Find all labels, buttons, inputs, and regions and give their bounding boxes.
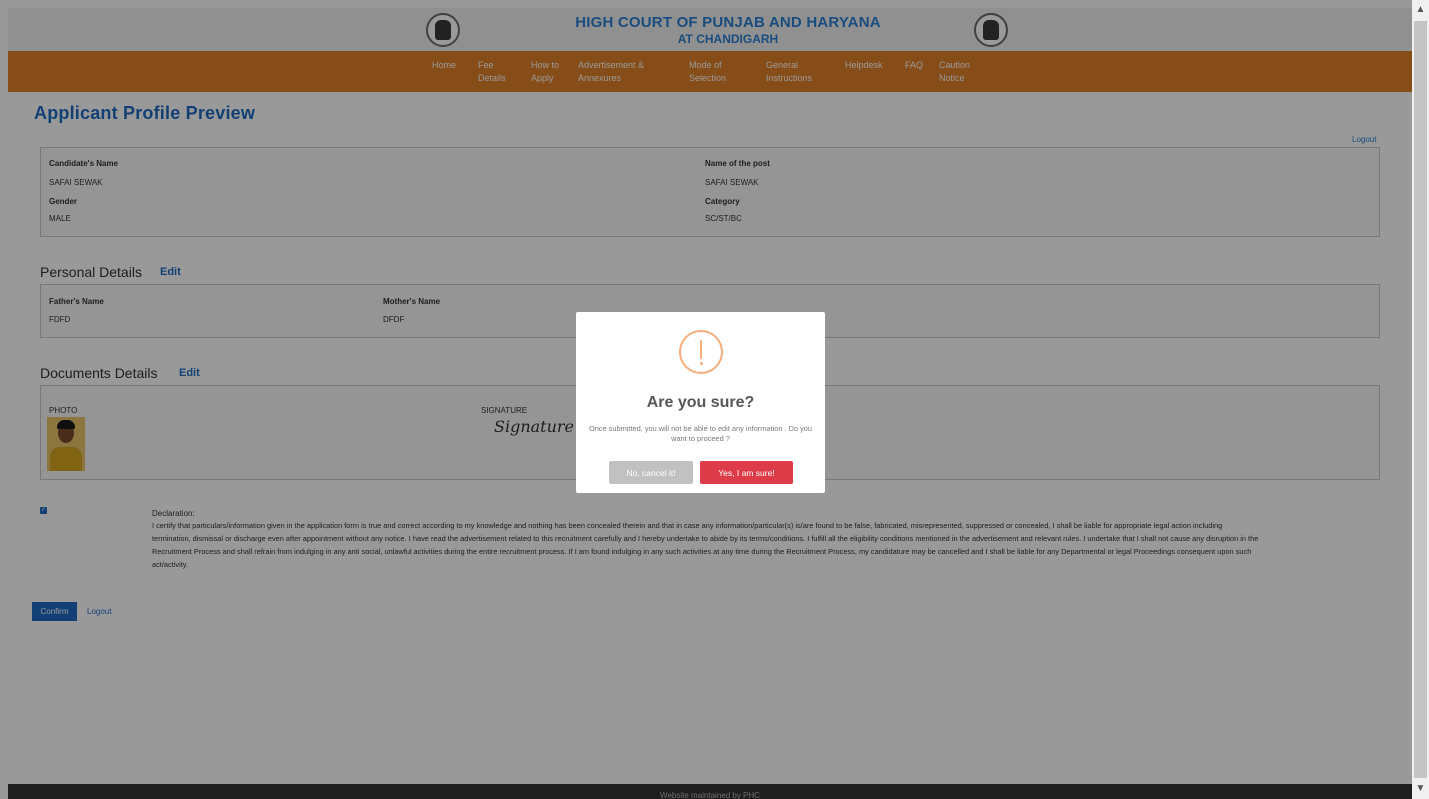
vertical-scrollbar[interactable]: ▲ ▼: [1412, 0, 1429, 799]
confirm-dialog: Are you sure? Once submitted, you will n…: [576, 312, 825, 493]
scroll-down-icon[interactable]: ▼: [1412, 779, 1429, 799]
dialog-message: Once submitted, you will not be able to …: [588, 424, 813, 443]
warning-icon: [679, 330, 723, 374]
confirm-yes-button[interactable]: Yes, I am sure!: [700, 461, 793, 484]
scroll-up-icon[interactable]: ▲: [1412, 0, 1429, 20]
scroll-thumb[interactable]: [1414, 21, 1427, 778]
cancel-button[interactable]: No, cancel it!: [609, 461, 693, 484]
dialog-title: Are you sure?: [646, 394, 755, 411]
